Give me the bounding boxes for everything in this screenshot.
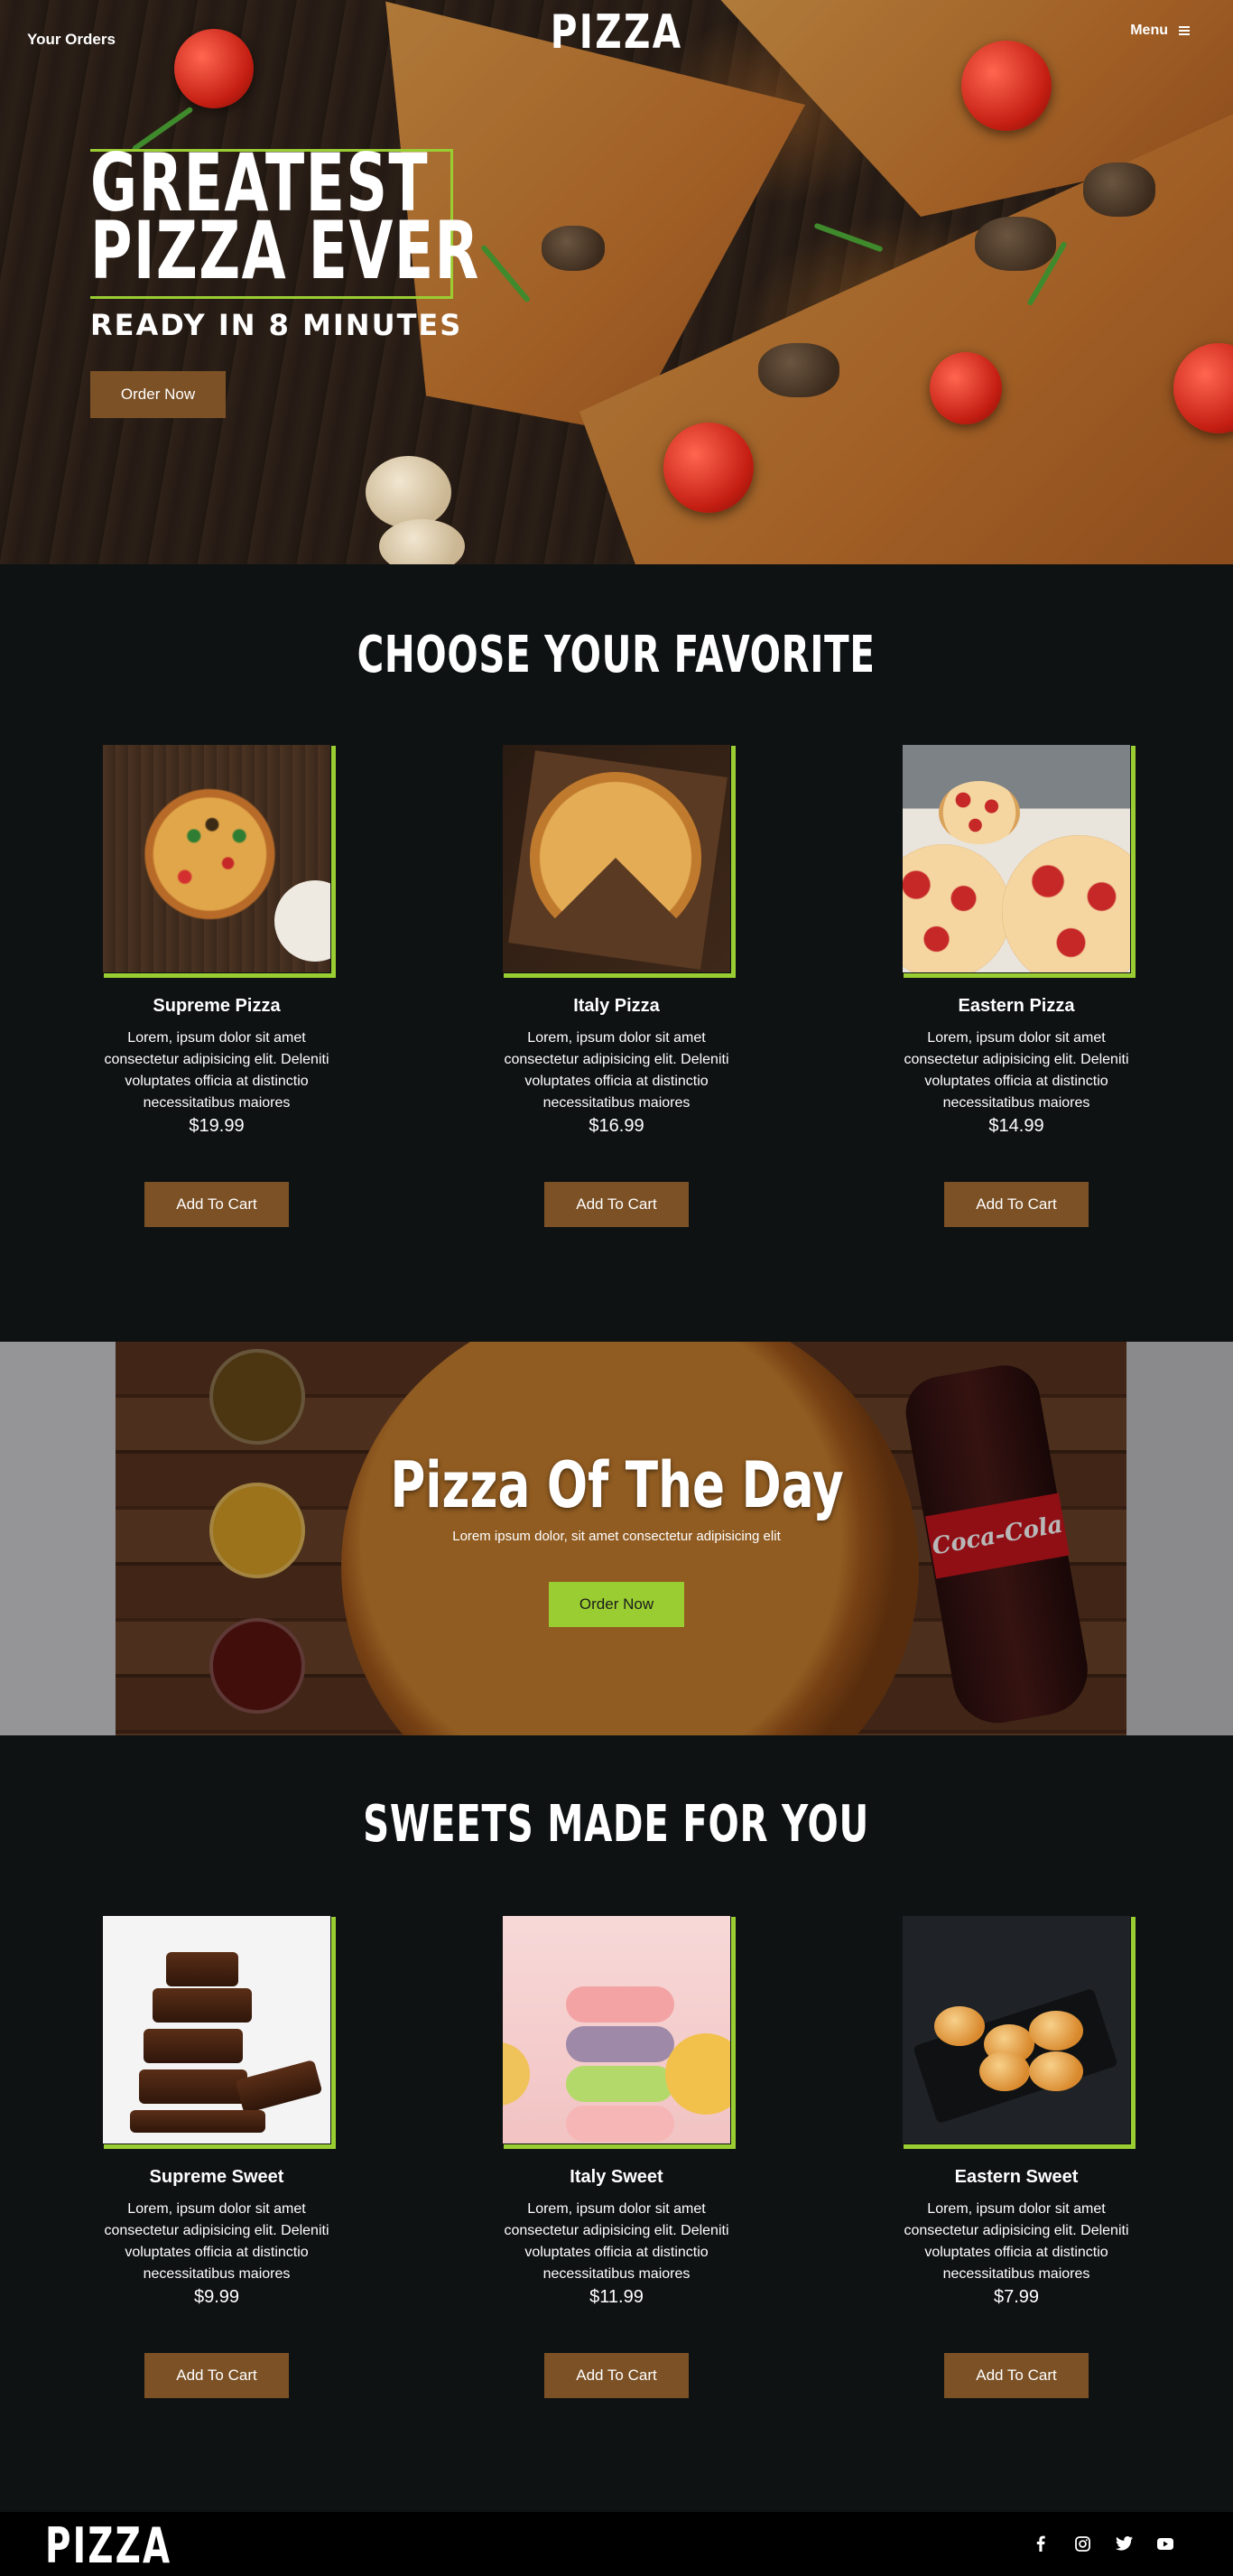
product-description: Lorem, ipsum dolor sit amet consectetur …	[104, 2201, 329, 2282]
product-description: Lorem, ipsum dolor sit amet consectetur …	[904, 1030, 1129, 1111]
hero-title-line2: PIZZA EVER	[90, 204, 480, 297]
add-to-cart-button[interactable]: Add To Cart	[544, 2353, 689, 2398]
sweets-title-text: SWEETS MADE FOR YOU	[363, 1795, 870, 1854]
product-image-frame[interactable]	[503, 745, 736, 978]
product-image-frame[interactable]	[903, 745, 1136, 978]
product-description: Lorem, ipsum dolor sit amet consectetur …	[904, 2201, 1129, 2282]
eastern-sweet-image	[903, 1916, 1130, 2144]
product-price: $19.99	[189, 1116, 245, 1136]
product-image-frame[interactable]	[903, 1916, 1136, 2149]
eastern-pizza-image	[903, 745, 1130, 972]
favorites-title: CHOOSE YOUR FAVORITE	[0, 626, 1233, 684]
product-image-frame[interactable]	[103, 745, 336, 978]
product-description: Lorem, ipsum dolor sit amet consectetur …	[504, 2201, 729, 2282]
product-description: Lorem, ipsum dolor sit amet consectetur …	[504, 1030, 729, 1111]
pizza-of-the-day-banner: Coca-Cola Pizza Of The Day Lorem ipsum d…	[0, 1342, 1233, 1735]
tomato-decoration	[1173, 343, 1233, 433]
topping-decoration	[1083, 163, 1155, 217]
product-price: $7.99	[993, 2287, 1040, 2307]
product-image-frame[interactable]	[503, 1916, 736, 2149]
favorites-section: CHOOSE YOUR FAVORITE Supreme Pizza Lorem…	[0, 564, 1233, 1342]
product-card: Eastern Pizza Lorem, ipsum dolor sit ame…	[899, 745, 1136, 1227]
pizza-of-the-day-title-text: Pizza Of The Day	[389, 1448, 844, 1522]
product-card: Supreme Sweet Lorem, ipsum dolor sit ame…	[99, 1916, 336, 2398]
product-name: Eastern Sweet	[954, 2167, 1079, 2187]
hero-title: GREATEST PIZZA EVER	[90, 144, 480, 297]
favorites-title-text: CHOOSE YOUR FAVORITE	[357, 626, 876, 684]
product-card: Eastern Sweet Lorem, ipsum dolor sit ame…	[899, 1916, 1136, 2398]
hero-headline: GREATEST PIZZA EVER READY IN 8 MINUTES	[90, 144, 632, 342]
supreme-sweet-image	[103, 1916, 330, 2144]
footer: PIZZA	[0, 2512, 1233, 2576]
product-name: Supreme Pizza	[153, 996, 281, 1016]
hero-subtitle: READY IN 8 MINUTES	[90, 308, 463, 342]
burger-menu-icon	[1179, 26, 1190, 35]
italy-sweet-image	[503, 1916, 730, 2144]
tomato-decoration	[930, 352, 1002, 424]
add-to-cart-button[interactable]: Add To Cart	[944, 2353, 1089, 2398]
supreme-pizza-image	[103, 745, 330, 972]
product-card: Supreme Pizza Lorem, ipsum dolor sit ame…	[99, 745, 336, 1227]
product-name: Italy Pizza	[573, 996, 660, 1016]
sweets-section: SWEETS MADE FOR YOU Supreme Sweet Lorem,…	[0, 1735, 1233, 2512]
footer-brand-text: PIZZA	[45, 2517, 172, 2574]
add-to-cart-button[interactable]: Add To Cart	[944, 1182, 1089, 1227]
pizza-of-the-day-subtitle: Lorem ipsum dolor, sit amet consectetur …	[452, 1529, 781, 1544]
herb-decoration	[813, 222, 884, 253]
product-price: $14.99	[988, 1116, 1044, 1136]
social-links	[1031, 2534, 1175, 2553]
product-price: $9.99	[193, 2287, 240, 2307]
instagram-icon[interactable]	[1072, 2534, 1092, 2553]
add-to-cart-button[interactable]: Add To Cart	[144, 1182, 289, 1227]
pizza-of-the-day-title: Pizza Of The Day	[0, 1448, 1233, 1522]
product-name: Italy Sweet	[570, 2167, 663, 2187]
menu-toggle[interactable]: Menu	[1130, 23, 1190, 39]
add-to-cart-button[interactable]: Add To Cart	[144, 2353, 289, 2398]
pizza-of-the-day-order-button[interactable]: Order Now	[549, 1582, 684, 1627]
brand-logo[interactable]: PIZZA	[0, 5, 1233, 60]
italy-pizza-image	[503, 745, 730, 972]
product-card: Italy Pizza Lorem, ipsum dolor sit amet …	[499, 745, 736, 1227]
topping-decoration	[758, 343, 839, 397]
footer-brand-logo[interactable]: PIZZA	[45, 2517, 221, 2574]
menu-label: Menu	[1130, 23, 1168, 38]
sweets-title: SWEETS MADE FOR YOU	[0, 1795, 1233, 1854]
add-to-cart-button[interactable]: Add To Cart	[544, 1182, 689, 1227]
twitter-icon[interactable]	[1114, 2534, 1134, 2553]
product-card: Italy Sweet Lorem, ipsum dolor sit amet …	[499, 1916, 736, 2398]
hero-order-now-button[interactable]: Order Now	[90, 371, 226, 418]
product-price: $16.99	[589, 1116, 644, 1136]
product-name: Supreme Sweet	[149, 2167, 284, 2187]
tomato-decoration	[663, 423, 754, 513]
product-image-frame[interactable]	[103, 1916, 336, 2149]
mushroom-decoration	[366, 456, 451, 528]
facebook-icon[interactable]	[1031, 2534, 1051, 2553]
product-price: $11.99	[589, 2287, 644, 2307]
topping-decoration	[975, 217, 1056, 271]
product-name: Eastern Pizza	[958, 996, 1075, 1016]
brand-text: PIZZA	[550, 5, 683, 60]
youtube-icon[interactable]	[1155, 2534, 1175, 2553]
product-description: Lorem, ipsum dolor sit amet consectetur …	[104, 1030, 329, 1111]
mushroom-decoration	[379, 519, 465, 564]
hero-section: Your Orders PIZZA Menu GREATEST PIZZA EV…	[0, 0, 1233, 564]
